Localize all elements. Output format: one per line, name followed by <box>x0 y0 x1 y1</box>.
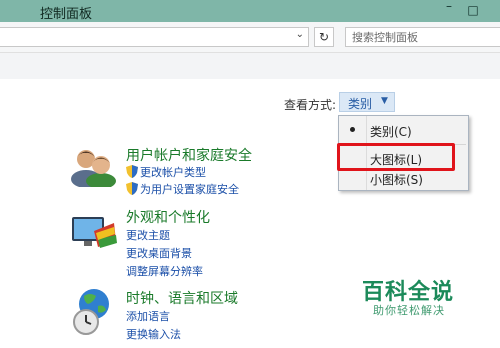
search-input[interactable] <box>352 30 492 44</box>
address-row: ⌄ ↻ <box>0 22 500 53</box>
selected-bullet-icon <box>350 127 355 132</box>
menu-item-small-icons[interactable]: 小图标(S) <box>340 168 467 188</box>
minimize-button[interactable]: – <box>440 0 458 15</box>
search-box[interactable] <box>345 27 500 47</box>
link-change-account-type[interactable]: 更改帐户类型 <box>140 164 206 180</box>
refresh-button[interactable]: ↻ <box>314 27 334 47</box>
appearance-icon <box>72 217 117 248</box>
dropdown-arrow-icon: ▼ <box>381 96 388 106</box>
view-by-label: 查看方式: <box>284 98 337 112</box>
users-icon <box>71 150 116 187</box>
chevron-down-icon[interactable]: ⌄ <box>296 29 304 40</box>
category-title-appearance[interactable]: 外观和个性化 <box>126 207 210 227</box>
menu-item-label: 小图标(S) <box>370 173 423 187</box>
link-change-desktop-background[interactable]: 更改桌面背景 <box>126 245 192 261</box>
menu-item-label: 类别(C) <box>370 125 412 139</box>
link-add-language[interactable]: 添加语言 <box>126 308 170 324</box>
title-bar: 控制面板 – □ <box>0 0 500 22</box>
highlight-box <box>337 143 455 171</box>
address-bar[interactable]: ⌄ <box>0 27 309 47</box>
category-title-clock-language-region[interactable]: 时钟、语言和区域 <box>126 288 238 308</box>
command-strip <box>0 53 500 79</box>
link-change-input-method[interactable]: 更换输入法 <box>126 326 181 342</box>
clock-globe-icon <box>73 289 109 335</box>
menu-item-category[interactable]: 类别(C) <box>340 120 467 140</box>
window-title: 控制面板 <box>40 7 93 22</box>
shield-icon <box>126 182 138 195</box>
view-by-selected: 类别 <box>348 97 373 111</box>
link-family-safety[interactable]: 为用户设置家庭安全 <box>140 181 239 197</box>
link-change-theme[interactable]: 更改主题 <box>126 227 170 243</box>
watermark-subtitle: 助你轻松解决 <box>373 304 445 317</box>
link-adjust-resolution[interactable]: 调整屏幕分辨率 <box>126 263 203 279</box>
shield-icon <box>126 165 138 178</box>
refresh-icon: ↻ <box>318 30 330 44</box>
maximize-button[interactable]: □ <box>464 1 482 19</box>
view-by-dropdown[interactable]: 类别 ▼ <box>339 92 395 112</box>
category-title-user-accounts[interactable]: 用户帐户和家庭安全 <box>126 145 252 165</box>
